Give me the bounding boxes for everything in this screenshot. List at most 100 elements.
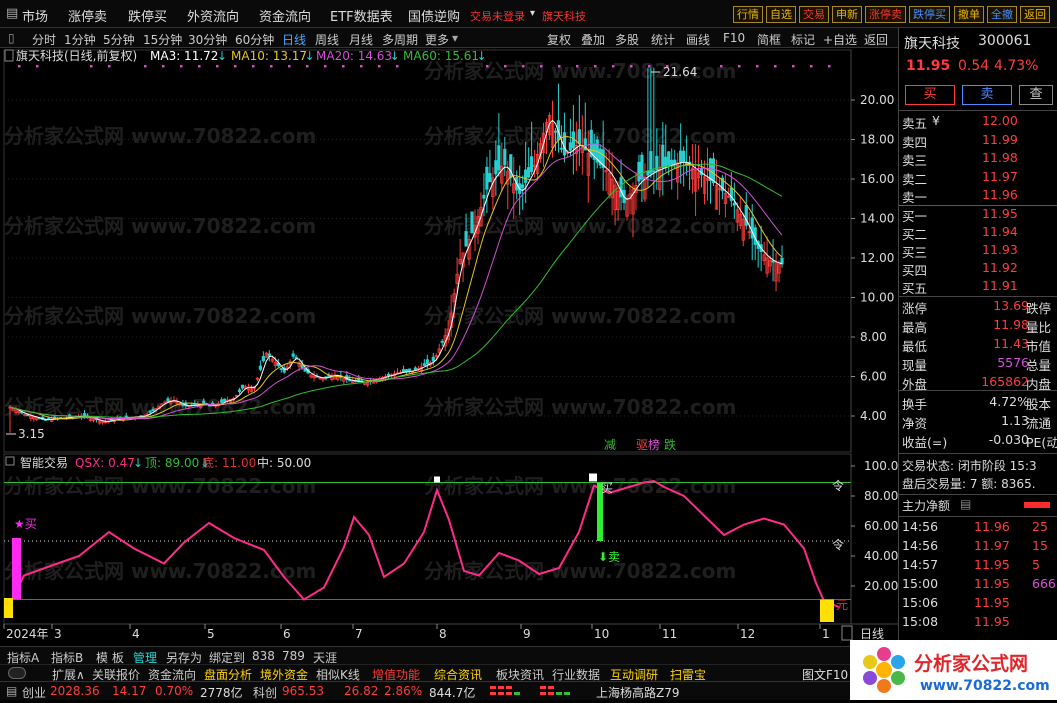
kline-chart[interactable]: 分析家公式网 www.70822.com 分析家公式网 www.70822.com… <box>0 48 898 648</box>
x-axis-period: 日线 <box>860 627 884 641</box>
top-button-3[interactable]: 申新 <box>832 6 862 23</box>
candle <box>491 167 495 210</box>
buy-button[interactable]: 买 <box>905 85 955 105</box>
status-menu-icon[interactable]: ▤ <box>6 684 17 698</box>
period-tab-2[interactable]: 5分钟 <box>103 31 135 48</box>
bid-label: 买二 <box>902 227 928 242</box>
candle <box>404 369 409 374</box>
tool-button-8[interactable]: +自选 <box>823 31 857 48</box>
menu-item-foreign-flow[interactable]: 外资流向 <box>187 6 239 25</box>
bid-row-1[interactable]: 买二 11.94 <box>902 224 1057 243</box>
candle <box>753 224 757 261</box>
tool-button-5[interactable]: F10 <box>723 31 745 45</box>
indicator-tab-bar: 指标A 指标B 模 板管理 另存为 绑定到 838 789 天涯 <box>0 646 898 665</box>
menu-item-etf-table[interactable]: ETF数据表 <box>330 6 393 25</box>
period-tab-6[interactable]: 日线 <box>282 31 306 48</box>
menu-item-limit-down-buy[interactable]: 跌停买 <box>128 6 167 25</box>
period-tab-0[interactable]: 分时 <box>32 31 56 48</box>
main-net-menu-icon[interactable]: ▤ <box>960 497 971 511</box>
candle <box>258 360 262 372</box>
ask-row-0[interactable]: 卖五 ¥12.00 <box>902 113 1057 132</box>
candle <box>431 352 435 366</box>
tick-time: 15:08 <box>902 614 939 629</box>
market-breadth-bars <box>490 686 576 697</box>
period-tab-10[interactable]: 更多 <box>425 31 449 48</box>
buy-signal-label: ★买 <box>14 517 37 531</box>
period-tab-5[interactable]: 60分钟 <box>235 31 274 48</box>
dropdown-icon[interactable]: ▾ <box>530 8 535 19</box>
candle <box>738 196 742 229</box>
top-button-0[interactable]: 行情 <box>733 6 763 23</box>
ma-arrow-0: ↓ <box>217 49 227 63</box>
tool-button-9[interactable]: 返回 <box>864 31 888 48</box>
chart-area[interactable]: 分析家公式网 www.70822.com 分析家公式网 www.70822.com… <box>0 48 898 648</box>
bid-row-2[interactable]: 买三 11.93 <box>902 242 1057 261</box>
tick-row-3: 15:00 11.95 666 <box>902 576 1057 595</box>
period-tab-4[interactable]: 30分钟 <box>188 31 227 48</box>
menu-item-fund-flow[interactable]: 资金流向 <box>259 6 311 25</box>
ask-row-3[interactable]: 卖二 11.97 <box>902 169 1057 188</box>
main-net-row[interactable]: 主力净额 ▤ <box>902 497 1057 516</box>
tool-button-2[interactable]: 多股 <box>615 31 639 48</box>
x-axis-tick: 10 <box>594 627 609 641</box>
x-axis-tick: 3 <box>54 627 62 641</box>
ask-label: 卖四 <box>902 134 928 150</box>
top-button-6[interactable]: 撤单 <box>954 6 984 23</box>
tick-volume: 25 <box>1032 519 1048 534</box>
more-chevron-icon[interactable]: ▾ <box>452 31 458 45</box>
top-button-2[interactable]: 交易 <box>799 6 829 23</box>
period-tab-1[interactable]: 1分钟 <box>64 31 96 48</box>
menu-item-reverse-repo[interactable]: 国债逆购 <box>408 6 460 25</box>
candle <box>643 163 647 203</box>
candle <box>765 236 769 278</box>
toggle-switch[interactable] <box>8 667 26 679</box>
stat-label: 涨停 <box>902 301 928 316</box>
tool-button-1[interactable]: 叠加 <box>581 31 605 48</box>
price-axis-tick: 20.00 <box>860 93 894 107</box>
x-axis-tick: 9 <box>523 627 531 641</box>
top-button-1[interactable]: 自选 <box>766 6 796 23</box>
stat2-label-2: PE(动 <box>1026 435 1057 450</box>
period-toolbar: ▯ 分时 1分钟 5分钟 15分钟 30分钟 60分钟 日线 周线 月线 多周期 更多 ▾ 复权 叠加多… <box>0 28 898 48</box>
candle <box>682 146 686 187</box>
bid-row-4[interactable]: 买五 11.91 <box>902 278 1057 297</box>
menu-item-market[interactable]: 市场 <box>22 6 48 25</box>
menu-item-limit-up-sell[interactable]: 涨停卖 <box>68 6 107 25</box>
period-tab-9[interactable]: 多周期 <box>382 31 418 48</box>
indicator-tab-6[interactable]: 838 <box>252 649 275 663</box>
bid-row-0[interactable]: 买一 11.95 <box>902 206 1057 225</box>
tool-button-4[interactable]: 画线 <box>686 31 710 48</box>
top-button-7[interactable]: 全撤 <box>987 6 1017 23</box>
stat2-row-0: 换手 4.72% 股本 <box>902 394 1057 413</box>
candle <box>696 145 701 190</box>
tool-button-3[interactable]: 统计 <box>651 31 675 48</box>
query-button[interactable]: 查 <box>1019 85 1053 105</box>
bid-price: 11.91 <box>982 278 1018 293</box>
tick-time: 14:56 <box>902 538 939 553</box>
sell-button[interactable]: 卖 <box>962 85 1012 105</box>
period-tab-3[interactable]: 15分钟 <box>143 31 182 48</box>
candle <box>688 155 692 190</box>
top-button-8[interactable]: 返回 <box>1020 6 1050 23</box>
candle <box>521 175 525 210</box>
tool-button-6[interactable]: 简框 <box>757 31 781 48</box>
stat2-label: 净资 <box>902 416 928 431</box>
ask-row-4[interactable]: 卖一 11.96 <box>902 187 1057 206</box>
candle <box>270 356 274 363</box>
top-button-4[interactable]: 涨停卖 <box>865 6 906 23</box>
panel-toggle-icon[interactable]: ▯ <box>8 31 15 45</box>
candle <box>470 211 474 234</box>
ask-row-1[interactable]: 卖四 11.99 <box>902 132 1057 151</box>
tick-row-2: 14:57 11.95 5 <box>902 557 1057 576</box>
indicator-tab-7[interactable]: 789 <box>282 649 305 663</box>
period-tab-8[interactable]: 月线 <box>349 31 373 48</box>
tool-button-0[interactable]: 复权 <box>547 31 571 48</box>
server-location[interactable]: 上海杨高路Z79 <box>596 684 680 701</box>
tool-button-7[interactable]: 标记 <box>791 31 815 48</box>
top-button-5[interactable]: 跌停买 <box>909 6 950 23</box>
login-warning[interactable]: 交易未登录 <box>470 8 525 24</box>
period-tab-7[interactable]: 周线 <box>315 31 339 48</box>
menu-toggle-icon[interactable]: ▤ <box>6 6 18 21</box>
ask-row-2[interactable]: 卖三 11.98 <box>902 150 1057 169</box>
bid-row-3[interactable]: 买四 11.92 <box>902 260 1057 279</box>
